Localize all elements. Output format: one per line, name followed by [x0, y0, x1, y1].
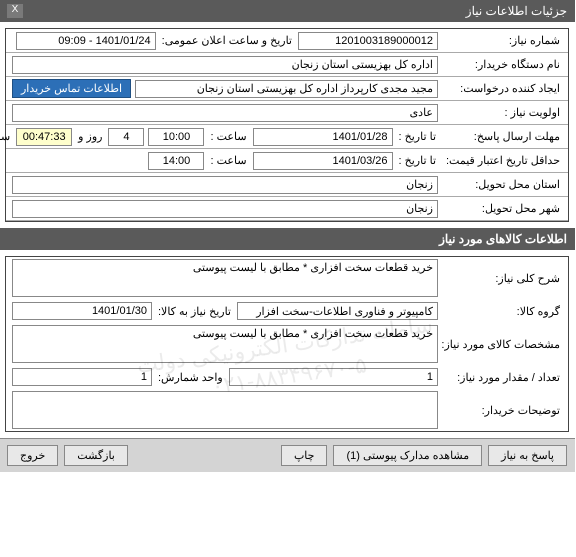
label-qty: تعداد / مقدار مورد نیاز:	[443, 371, 563, 384]
reply-date-field[interactable]	[254, 128, 394, 146]
label-unit: واحد شمارش:	[157, 371, 226, 384]
label-item-spec: مشخصات کالای مورد نیاز:	[443, 338, 563, 351]
price-time-field[interactable]	[149, 152, 205, 170]
close-icon[interactable]: X	[8, 4, 24, 18]
label-delivery-province: استان محل تحویل:	[443, 178, 563, 191]
goods-group-field[interactable]	[238, 302, 439, 320]
days-left-field	[109, 128, 145, 146]
label-goods-group: گروه کالا:	[443, 305, 563, 318]
item-spec-field[interactable]	[13, 325, 439, 363]
label-delivery-city: شهر محل تحویل:	[443, 202, 563, 215]
label-hour-2: ساعت :	[209, 154, 249, 167]
general-desc-field[interactable]	[13, 259, 439, 297]
reply-button[interactable]: پاسخ به نیاز	[489, 445, 568, 466]
label-hour-1: ساعت :	[209, 130, 249, 143]
announce-date-field[interactable]	[17, 32, 157, 50]
label-buyer-org: نام دستگاه خریدار:	[443, 58, 563, 71]
exit-button[interactable]: خروج	[8, 445, 59, 466]
label-requester: ایجاد کننده درخواست:	[443, 82, 563, 95]
reply-time-field[interactable]	[149, 128, 205, 146]
window-titlebar: جزئیات اطلاعات نیاز X	[0, 0, 576, 22]
countdown-field	[17, 128, 73, 146]
unit-field[interactable]	[13, 368, 153, 386]
back-button[interactable]: بازگشت	[65, 445, 129, 466]
footer-toolbar: پاسخ به نیاز مشاهده مدارک پیوستی (1) چاپ…	[0, 438, 576, 472]
need-by-date-field[interactable]	[13, 302, 153, 320]
need-no-field[interactable]	[299, 32, 439, 50]
label-reply-deadline: مهلت ارسال پاسخ:	[443, 130, 563, 143]
label-priority: اولویت نیاز :	[443, 106, 563, 119]
label-buyer-notes: توضیحات خریدار:	[443, 404, 563, 417]
label-need-no: شماره نیاز:	[443, 34, 563, 47]
city-field[interactable]	[13, 200, 439, 218]
priority-field[interactable]	[13, 104, 439, 122]
need-info-panel: شماره نیاز: تاریخ و ساعت اعلان عمومی: نا…	[6, 28, 570, 222]
label-announce-date: تاریخ و ساعت اعلان عمومی:	[161, 34, 295, 47]
label-to-date-2: تا تاریخ :	[398, 154, 439, 167]
qty-field[interactable]	[230, 368, 439, 386]
print-button[interactable]: چاپ	[282, 445, 329, 466]
label-to-date-1: تا تاریخ :	[398, 130, 439, 143]
contact-buyer-button[interactable]: اطلاعات تماس خریدار	[13, 79, 132, 98]
label-price-validity: حداقل تاریخ اعتبار قیمت:	[443, 154, 563, 167]
attachments-button[interactable]: مشاهده مدارک پیوستی (1)	[334, 445, 483, 466]
province-field[interactable]	[13, 176, 439, 194]
window-title: جزئیات اطلاعات نیاز	[467, 4, 568, 18]
requester-field[interactable]	[136, 80, 439, 98]
label-general-desc: شرح کلی نیاز:	[443, 272, 563, 285]
buyer-notes-field[interactable]	[13, 391, 439, 429]
price-date-field[interactable]	[254, 152, 394, 170]
label-days-and: روز و	[77, 130, 105, 143]
goods-info-panel: سامانه تدارکات الکترونیکی دولت ۰۲۱-۸۸۳۴۹…	[6, 256, 570, 432]
label-need-by-date: تاریخ نیاز به کالا:	[157, 305, 234, 318]
label-hours-left: ساعت باقی مانده	[0, 130, 13, 143]
goods-section-header: اطلاعات کالاهای مورد نیاز	[0, 228, 576, 250]
buyer-org-field[interactable]	[13, 56, 439, 74]
